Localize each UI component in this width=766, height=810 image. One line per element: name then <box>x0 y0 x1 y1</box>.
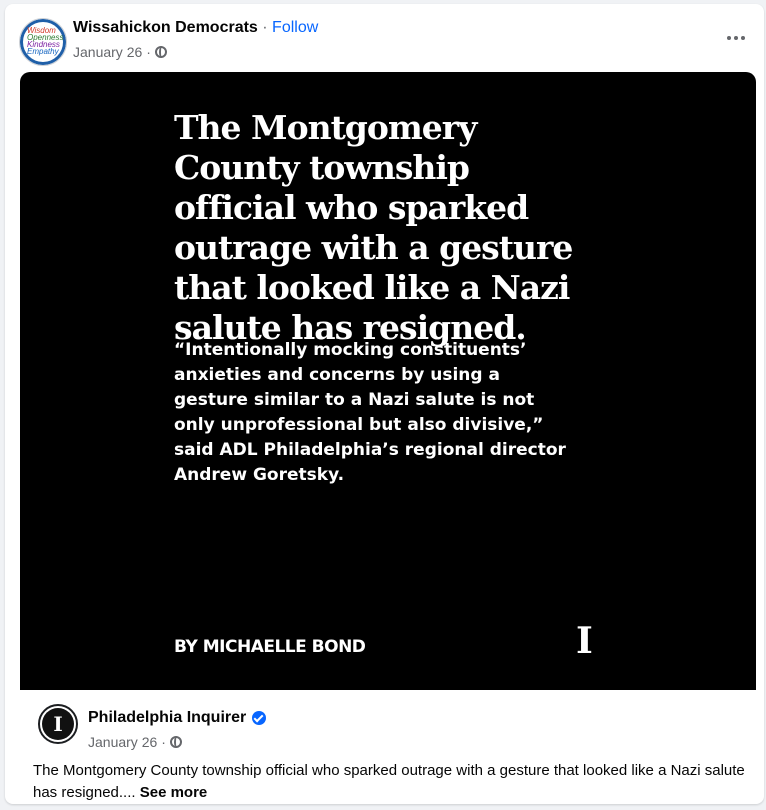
page-name-line: Wissahickon Democrats · Follow <box>73 19 318 37</box>
globe-icon[interactable] <box>154 46 167 58</box>
see-more-link[interactable]: See more <box>140 784 208 801</box>
post-header: Wisdom Openness Kindness Empathy Wissahi… <box>19 14 754 66</box>
inquirer-logo-icon: I <box>576 620 593 662</box>
follow-button[interactable]: Follow <box>272 19 318 36</box>
image-headline: The Montgomery County township official … <box>174 108 573 347</box>
inquirer-avatar-icon: I <box>42 708 74 740</box>
globe-icon[interactable] <box>169 736 182 748</box>
page-avatar[interactable]: Wisdom Openness Kindness Empathy <box>19 18 67 66</box>
post-meta: January 26 · <box>73 44 167 60</box>
more-options-icon[interactable] <box>722 28 750 48</box>
shared-post-meta: January 26 · <box>88 734 182 750</box>
shared-page-avatar[interactable]: I <box>38 704 78 744</box>
avatar-word: Empathy <box>27 47 59 56</box>
post-date[interactable]: January 26 <box>73 44 142 60</box>
shared-post-attribution: I Philadelphia Inquirer January 26 · The… <box>20 690 756 810</box>
image-quote: “Intentionally mocking constituents’ anx… <box>174 340 566 485</box>
separator: · <box>262 19 268 36</box>
meta-separator: · <box>161 734 166 750</box>
shared-post-date[interactable]: January 26 <box>88 734 157 750</box>
shared-page-name[interactable]: Philadelphia Inquirer <box>88 709 246 727</box>
page-name[interactable]: Wissahickon Democrats <box>73 19 258 36</box>
post-caption: The Montgomery County township official … <box>33 760 753 804</box>
image-byline: BY MICHAELLE BOND <box>174 637 366 657</box>
avatar-logo-text: Wisdom Openness Kindness Empathy <box>27 27 63 56</box>
verified-badge-icon <box>252 711 267 725</box>
post-image[interactable]: The Montgomery County township official … <box>20 72 756 690</box>
shared-page-name-line: Philadelphia Inquirer <box>88 709 267 727</box>
post-card: Wisdom Openness Kindness Empathy Wissahi… <box>5 4 764 804</box>
meta-separator: · <box>146 44 151 60</box>
